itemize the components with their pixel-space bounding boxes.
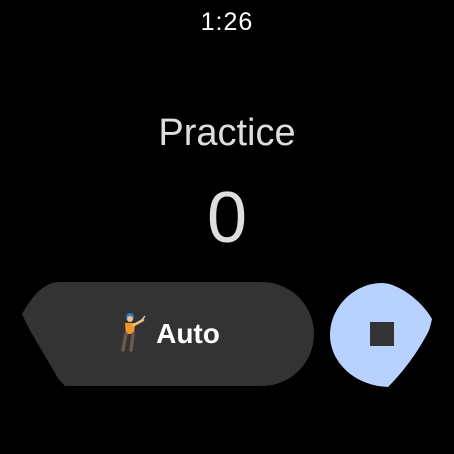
- stop-button-background: [330, 283, 432, 387]
- swing-count: 0: [206, 178, 248, 258]
- status-time: 1:26: [200, 8, 254, 36]
- auto-button-content: Auto: [22, 282, 314, 386]
- stop-button[interactable]: [330, 283, 434, 387]
- golfer-icon: [116, 312, 146, 357]
- watch-screen: 1:26 Practice 0 Auto: [0, 0, 454, 454]
- auto-button-label: Auto: [156, 318, 220, 349]
- stop-icon: [370, 322, 394, 346]
- auto-button[interactable]: Auto: [22, 282, 314, 386]
- mode-label: Practice: [158, 112, 296, 154]
